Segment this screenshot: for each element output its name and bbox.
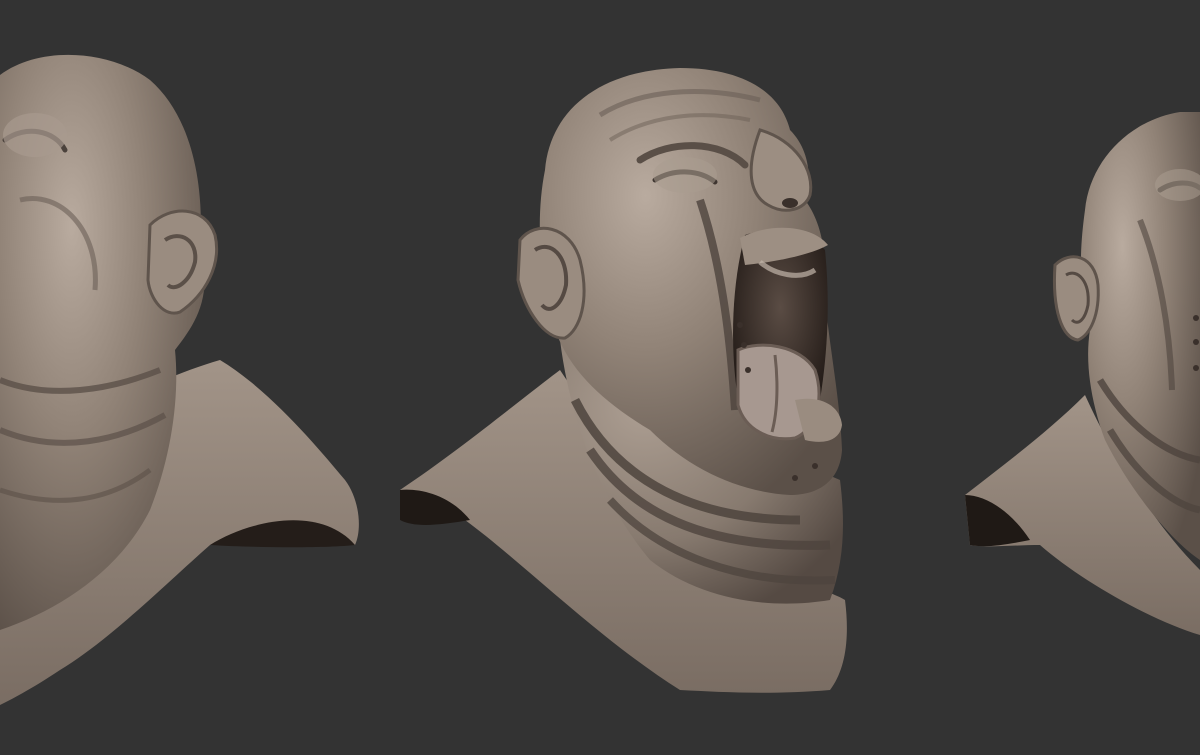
sculpt-render-viewport	[0, 0, 1200, 755]
sculpt-render-scene	[0, 0, 1200, 755]
